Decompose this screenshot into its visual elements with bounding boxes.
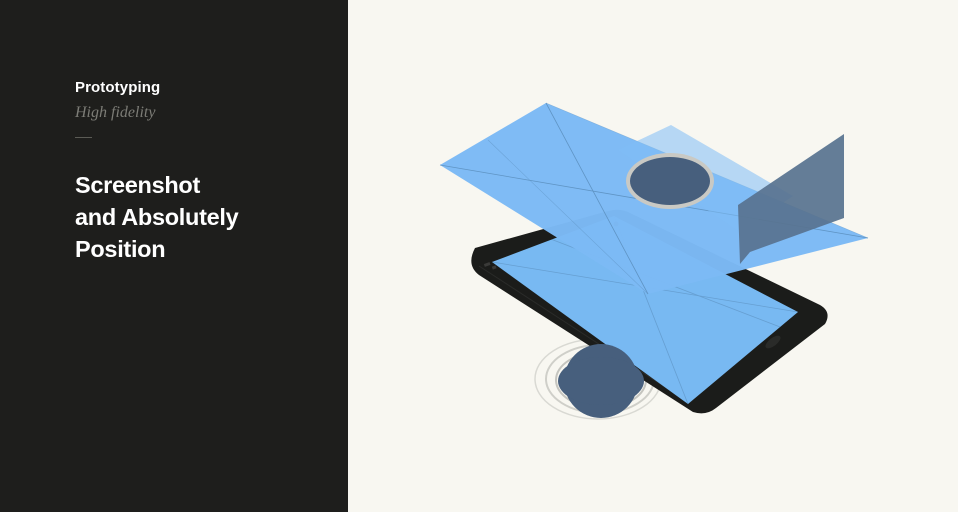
slide: Prototyping High fidelity Screenshot and… bbox=[0, 0, 958, 512]
slide-title-line-1: Screenshot bbox=[75, 172, 200, 198]
button-icon bbox=[626, 153, 714, 209]
slide-title-line-2: and Absolutely bbox=[75, 204, 239, 230]
section-kicker: Prototyping bbox=[75, 79, 161, 96]
slide-title: Screenshot and Absolutely Position bbox=[75, 169, 335, 265]
isometric-prototype-illustration bbox=[439, 102, 869, 420]
section-subtitle: High fidelity bbox=[75, 104, 156, 121]
title-panel: Prototyping High fidelity Screenshot and… bbox=[0, 0, 348, 512]
slide-title-line-3: Position bbox=[75, 236, 166, 262]
divider bbox=[75, 137, 92, 138]
